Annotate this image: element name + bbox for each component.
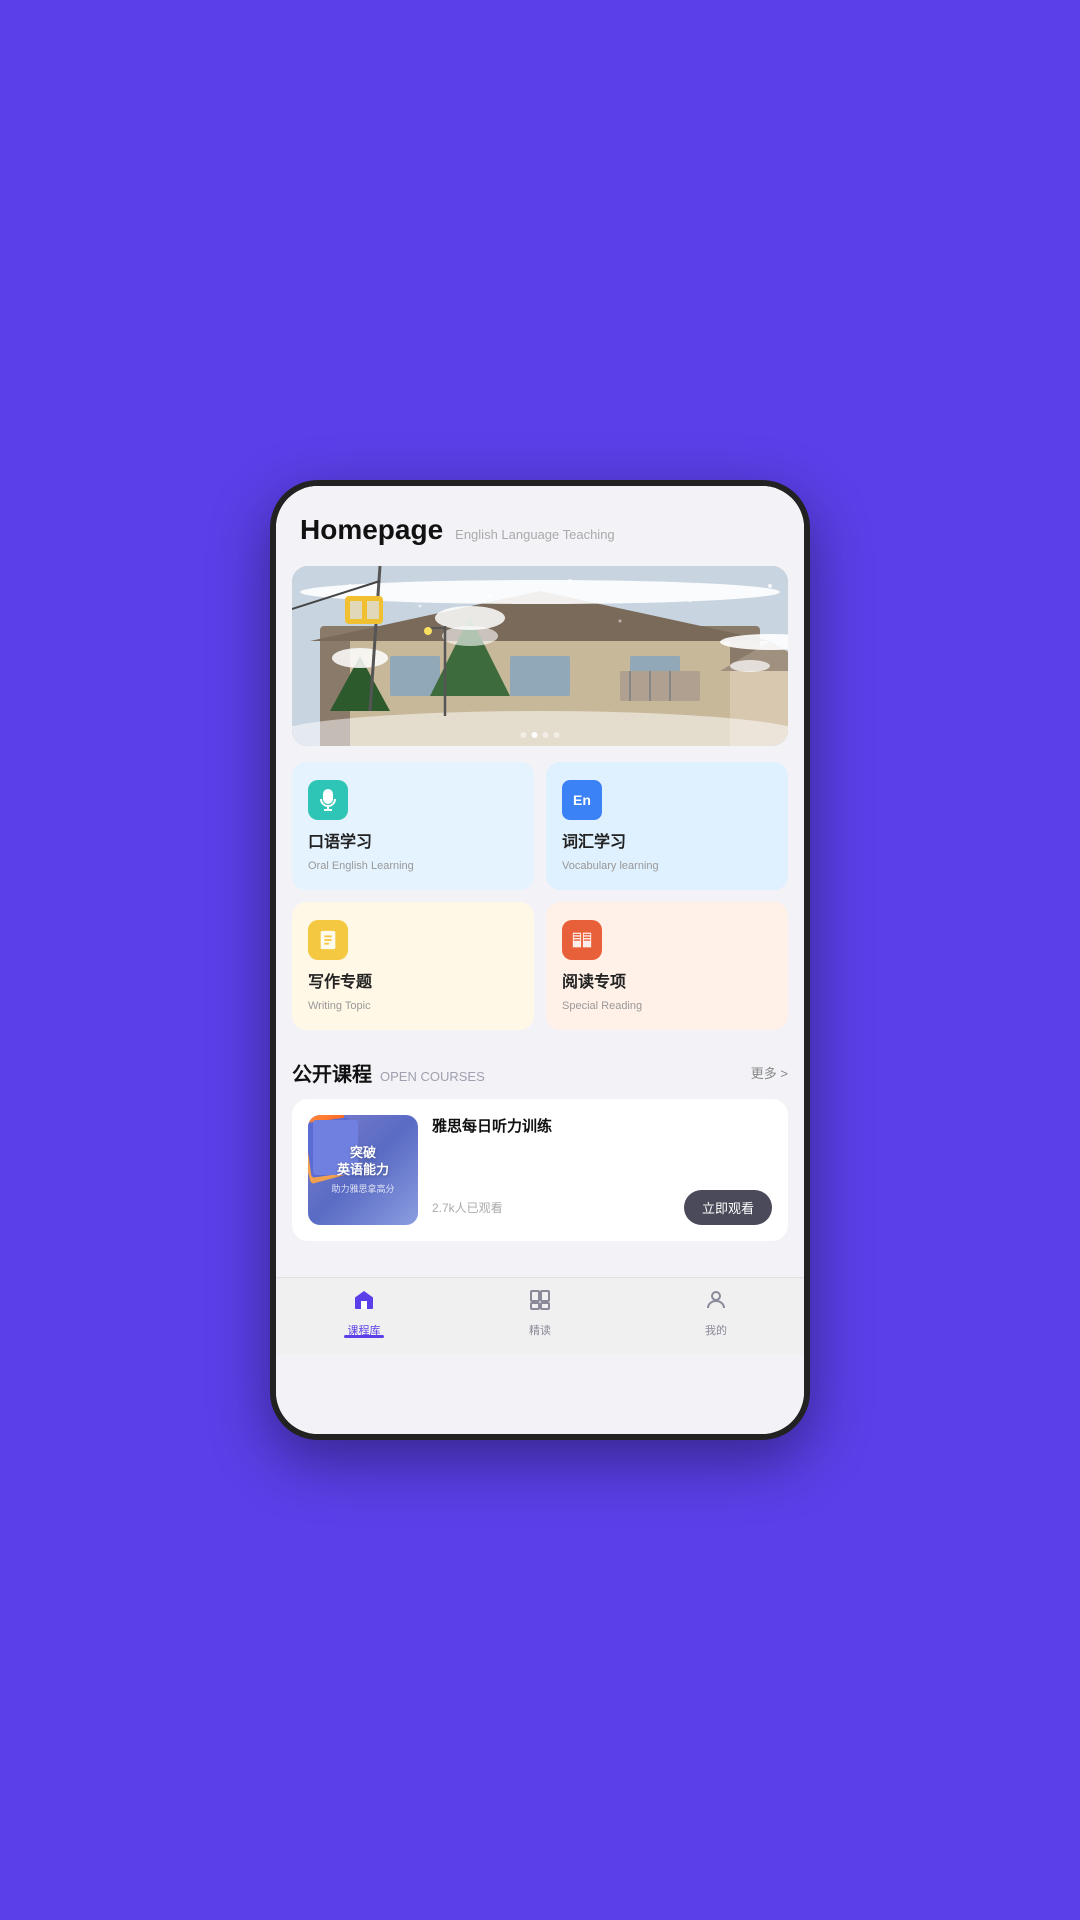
writing-desc: Writing Topic [308,1000,518,1012]
watch-button[interactable]: 立即观看 [684,1190,772,1225]
section-header: 公开课程 OPEN COURSES 更多 > [276,1038,804,1099]
courses-icon [352,1288,376,1318]
reading-label: 精读 [529,1322,551,1338]
category-writing[interactable]: 写作专题 Writing Topic [292,902,534,1030]
category-grid: 口语学习 Oral English Learning En 词汇学习 Vocab… [292,762,788,1030]
writing-name: 写作专题 [308,968,518,992]
reading-icon [562,920,602,960]
nav-mine[interactable]: 我的 [628,1288,804,1338]
nav-courses[interactable]: 课程库 [276,1288,452,1338]
banner-dot-1 [521,732,527,738]
banner-image [292,566,788,746]
vocab-name: 词汇学习 [562,828,772,852]
reading-desc: Special Reading [562,1000,772,1012]
phone-content: Homepage English Language Teaching [276,486,804,1434]
page-title: Homepage [300,514,443,546]
writing-icon [308,920,348,960]
bottom-nav: 课程库 精读 [276,1277,804,1354]
oral-desc: Oral English Learning [308,860,518,872]
oral-name: 口语学习 [308,828,518,852]
phone-shell: Homepage English Language Teaching [270,480,810,1440]
course-viewers: 2.7k人已观看 [432,1199,503,1216]
course-title: 雅思每日听力训练 [432,1115,772,1136]
banner-dot-2 [532,732,538,738]
section-title-en: OPEN COURSES [380,1069,485,1084]
vocab-icon: En [562,780,602,820]
thumbnail-sub: 助力雅思拿高分 [331,1182,394,1195]
reading-nav-icon [528,1288,552,1318]
category-oral[interactable]: 口语学习 Oral English Learning [292,762,534,890]
course-card: 热门 突破 英语能力 助力雅思拿高分 雅思每日听力训练 2.7k人已观看 立即 [292,1099,788,1241]
vocab-desc: Vocabulary learning [562,860,772,872]
header: Homepage English Language Teaching [276,486,804,558]
course-bottom: 2.7k人已观看 立即观看 [432,1190,772,1225]
thumbnail-main: 突破 英语能力 [331,1145,394,1179]
course-thumbnail: 热门 突破 英语能力 助力雅思拿高分 [308,1115,418,1225]
more-button[interactable]: 更多 > [751,1063,788,1082]
oral-icon [308,780,348,820]
banner-dots [521,732,560,738]
banner-dot-3 [543,732,549,738]
mine-label: 我的 [705,1322,727,1338]
banner-container [292,566,788,746]
mine-icon [704,1288,728,1318]
reading-name: 阅读专项 [562,968,772,992]
section-title-group: 公开课程 OPEN COURSES [292,1058,485,1087]
nav-reading[interactable]: 精读 [452,1288,628,1338]
section-title-cn: 公开课程 [292,1058,372,1087]
category-reading[interactable]: 阅读专项 Special Reading [546,902,788,1030]
category-vocab[interactable]: En 词汇学习 Vocabulary learning [546,762,788,890]
page-subtitle: English Language Teaching [455,527,615,542]
banner-dot-4 [554,732,560,738]
course-info: 雅思每日听力训练 2.7k人已观看 立即观看 [432,1115,772,1225]
